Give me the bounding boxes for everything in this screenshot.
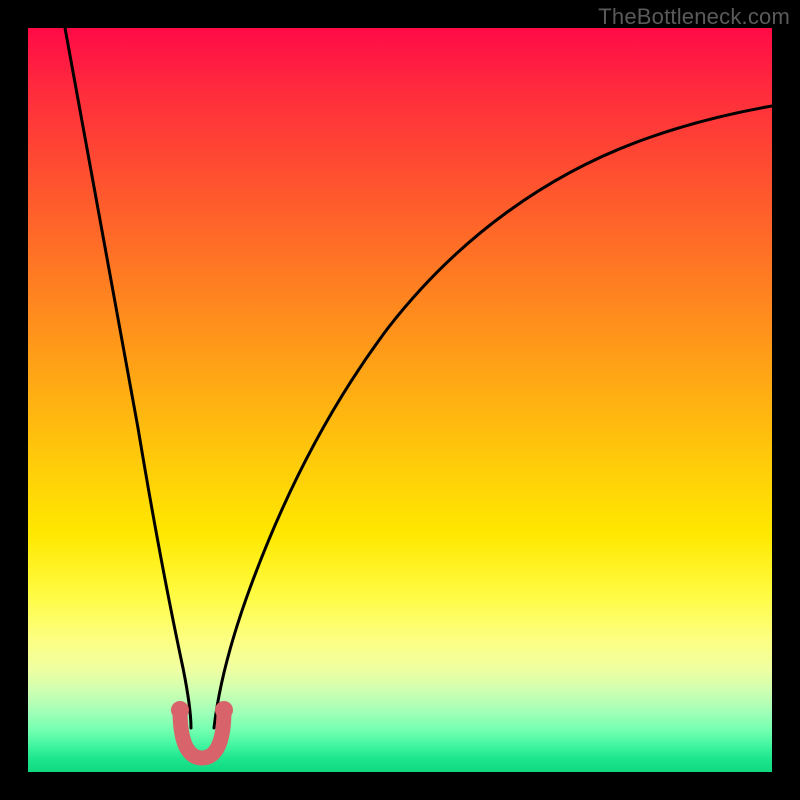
chart-gradient-background <box>28 28 772 772</box>
chart-frame <box>28 28 772 772</box>
watermark-text: TheBottleneck.com <box>598 4 790 30</box>
